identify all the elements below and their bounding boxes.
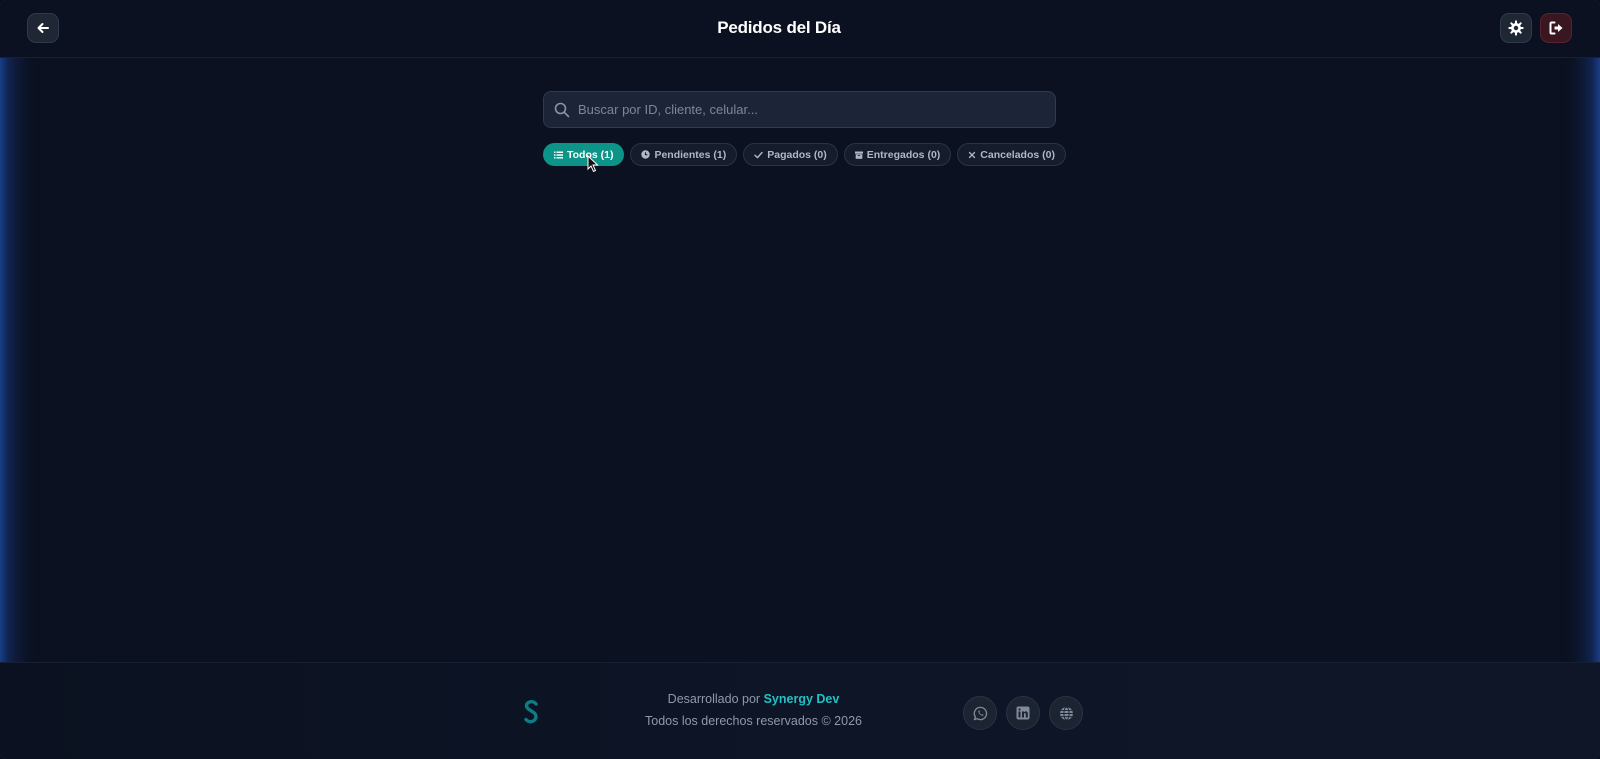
footer: Desarrollado por Synergy Dev Todos los d… [0, 662, 1600, 759]
list-icon [554, 151, 563, 159]
filter-label: Entregados (0) [866, 148, 941, 161]
x-icon [968, 151, 976, 159]
whatsapp-icon [973, 706, 987, 720]
gear-icon [1508, 20, 1524, 36]
filter-label: Cancelados (0) [980, 148, 1055, 161]
filter-entregados[interactable]: Entregados (0) [843, 143, 952, 166]
filter-cancelados[interactable]: Cancelados (0) [957, 143, 1066, 166]
whatsapp-button[interactable] [963, 696, 997, 730]
top-bar: Pedidos del Día [0, 0, 1600, 58]
search-input[interactable] [578, 102, 1038, 117]
search-bar [543, 91, 1056, 128]
filter-label: Pagados (0) [767, 148, 827, 161]
developed-by-label: Desarrollado por [667, 692, 761, 706]
developer-brand-link[interactable]: Synergy Dev [764, 692, 840, 706]
developer-credit: Desarrollado por Synergy Dev [0, 692, 1507, 706]
filter-pendientes[interactable]: Pendientes (1) [630, 143, 738, 166]
globe-icon [1059, 706, 1073, 720]
logout-icon [1549, 21, 1562, 35]
website-button[interactable] [1049, 696, 1083, 730]
search-icon [554, 102, 570, 118]
filter-pagados[interactable]: Pagados (0) [743, 143, 838, 166]
app-window: Pedidos del Día Buscar por ID, cliente, … [0, 0, 1600, 759]
linkedin-button[interactable] [1006, 696, 1040, 730]
mouse-cursor-icon [587, 155, 599, 173]
settings-button[interactable] [1500, 13, 1532, 43]
check-icon [754, 151, 763, 159]
logout-button[interactable] [1540, 13, 1572, 43]
filter-todos[interactable]: Todos (1) [543, 143, 625, 166]
box-icon [854, 151, 863, 159]
clock-icon [641, 150, 651, 159]
filter-label: Pendientes (1) [654, 148, 727, 161]
status-filters: Todos (1) Pendientes (1) Pagados (0) Ent… [543, 143, 1066, 166]
linkedin-icon [1016, 706, 1030, 720]
page-title: Pedidos del Día [717, 18, 841, 37]
copyright-text: Todos los derechos reservados © 2026 [645, 714, 862, 728]
